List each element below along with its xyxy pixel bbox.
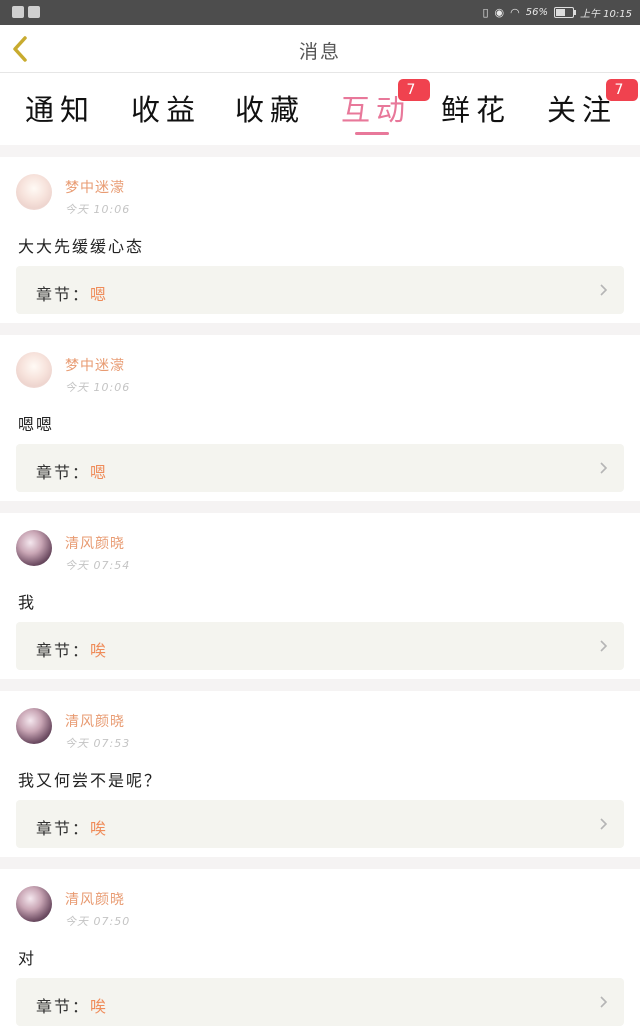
chapter-label: 章节：嗯 (36, 459, 108, 483)
page-title: 消息 (298, 41, 341, 63)
comment-text: 对 (18, 949, 37, 968)
clock: 上午 10:15 (580, 9, 632, 20)
chapter-title: 嗯 (90, 463, 109, 482)
status-indicators: ▯ ◉ ◠ 56% 上午 10:15 (482, 5, 632, 20)
nav-bar: 消息 (0, 25, 640, 73)
tab-bar: 通知 收益 收藏 互动 7 鲜花 关注 7 (0, 73, 640, 145)
avatar[interactable] (16, 886, 52, 922)
tab-interactions[interactable]: 互动 7 (326, 79, 430, 129)
tab-notifications[interactable]: 通知 (10, 87, 110, 129)
username[interactable]: 清风颜晓 (65, 711, 125, 731)
notification-message-icon (28, 6, 40, 18)
chapter-label: 章节：唉 (36, 637, 108, 661)
message-list: 梦中迷濛 今天 10:06 大大先缓缓心态 章节：嗯 梦中迷濛 今天 10:06… (0, 157, 640, 1035)
chapter-label: 章节：唉 (36, 815, 108, 839)
status-bar: ▯ ◉ ◠ 56% 上午 10:15 (0, 0, 640, 25)
timestamp: 今天 10:06 (65, 203, 131, 216)
message-card: 清风颜晓 今天 07:54 我 章节：唉 (0, 513, 640, 679)
status-notification-icons (12, 6, 40, 18)
timestamp: 今天 07:50 (65, 915, 131, 928)
timestamp: 今天 10:06 (65, 381, 131, 394)
avatar[interactable] (16, 530, 52, 566)
eye-comfort-icon: ◉ (494, 6, 505, 19)
tab-label: 收藏 (234, 93, 305, 127)
active-tab-indicator (355, 132, 389, 135)
chapter-label: 章节：嗯 (36, 281, 108, 305)
wifi-icon: ◠ (510, 6, 520, 19)
chevron-right-icon (600, 284, 608, 296)
divider (0, 323, 640, 335)
notification-app-icon (12, 6, 24, 18)
avatar[interactable] (16, 352, 52, 388)
chevron-right-icon (600, 818, 608, 830)
divider (0, 145, 640, 157)
username[interactable]: 梦中迷濛 (65, 355, 125, 375)
chapter-title: 嗯 (90, 285, 109, 304)
divider (0, 679, 640, 691)
username[interactable]: 清风颜晓 (65, 889, 125, 909)
tab-earnings[interactable]: 收益 (116, 87, 216, 129)
username[interactable]: 清风颜晓 (65, 533, 125, 553)
message-card: 清风颜晓 今天 07:53 我又何尝不是呢？ 章节：唉 (0, 691, 640, 857)
chapter-label: 章节：唉 (36, 993, 108, 1017)
tab-favorites[interactable]: 收藏 (220, 87, 320, 129)
comment-text: 大大先缓缓心态 (18, 237, 145, 256)
chapter-link[interactable]: 章节：嗯 (16, 444, 624, 492)
chapter-link[interactable]: 章节：唉 (16, 800, 624, 848)
chapter-title: 唉 (90, 641, 109, 660)
avatar[interactable] (16, 174, 52, 210)
chapter-prefix: 章节： (36, 641, 91, 660)
chapter-link[interactable]: 章节：唉 (16, 622, 624, 670)
chapter-title: 唉 (90, 997, 109, 1016)
chapter-prefix: 章节： (36, 819, 91, 838)
avatar[interactable] (16, 708, 52, 744)
message-card: 梦中迷濛 今天 10:06 大大先缓缓心态 章节：嗯 (0, 157, 640, 323)
comment-text: 我 (18, 593, 37, 612)
chevron-right-icon (600, 996, 608, 1008)
username[interactable]: 梦中迷濛 (65, 177, 125, 197)
chapter-link[interactable]: 章节：唉 (16, 978, 624, 1026)
chevron-right-icon (600, 462, 608, 474)
unread-badge: 7 (606, 79, 638, 101)
battery-fill (556, 9, 565, 16)
timestamp: 今天 07:54 (65, 559, 131, 572)
chapter-prefix: 章节： (36, 463, 91, 482)
chapter-prefix: 章节： (36, 997, 91, 1016)
comment-text: 嗯嗯 (18, 415, 55, 434)
chapter-link[interactable]: 章节：嗯 (16, 266, 624, 314)
divider (0, 857, 640, 869)
battery-icon (554, 7, 576, 18)
tab-label: 鲜花 (440, 93, 511, 127)
comment-text: 我又何尝不是呢？ (18, 771, 163, 790)
battery-percent: 56% (525, 7, 548, 18)
chapter-prefix: 章节： (36, 285, 91, 304)
vibrate-icon: ▯ (482, 6, 489, 19)
tab-flowers[interactable]: 鲜花 (426, 87, 526, 129)
chevron-right-icon (600, 640, 608, 652)
tab-follows[interactable]: 关注 7 (532, 79, 638, 129)
message-card: 清风颜晓 今天 07:50 对 章节：唉 (0, 869, 640, 1035)
tab-label: 通知 (24, 93, 95, 127)
divider (0, 501, 640, 513)
timestamp: 今天 07:53 (65, 737, 131, 750)
tab-label: 收益 (130, 93, 201, 127)
chapter-title: 唉 (90, 819, 109, 838)
message-card: 梦中迷濛 今天 10:06 嗯嗯 章节：嗯 (0, 335, 640, 501)
